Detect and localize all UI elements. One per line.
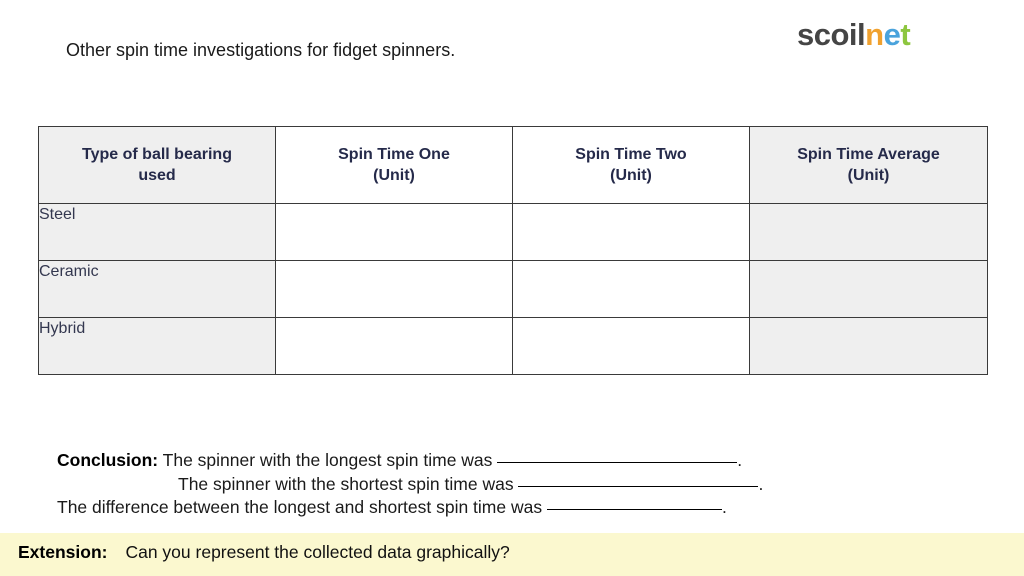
column-header-line1: Spin Time Two	[575, 146, 687, 163]
table-row: Hybrid	[38, 317, 988, 375]
cell-hybrid-spin-one[interactable]	[275, 317, 513, 375]
extension-label: Extension:	[18, 542, 108, 562]
conclusion-blank-3[interactable]	[546, 509, 722, 510]
row-label-ceramic: Ceramic	[38, 260, 276, 318]
page-title: Other spin time investigations for fidge…	[66, 40, 456, 60]
spin-time-table: Type of ball bearing used Spin Time One …	[38, 126, 988, 375]
conclusion-line-1: Conclusion: The spinner with the longest…	[57, 449, 957, 473]
column-header-line1: Spin Time Average	[797, 146, 940, 163]
column-header-bearing-type: Type of ball bearing used	[38, 126, 276, 204]
conclusion-line-2-text: The spinner with the shortest spin time …	[178, 473, 514, 494]
extension-content: Extension: Can you represent the collecte…	[18, 540, 510, 565]
conclusion-blank-1[interactable]	[497, 462, 738, 463]
column-header-line2: (Unit)	[847, 167, 890, 184]
column-header-line2: (Unit)	[373, 167, 415, 184]
cell-ceramic-spin-two[interactable]	[512, 260, 750, 318]
table-header-row: Type of ball bearing used Spin Time One …	[38, 126, 988, 204]
conclusion-line-1-text: The spinner with the longest spin time w…	[162, 450, 493, 470]
cell-hybrid-spin-average[interactable]	[749, 317, 988, 375]
conclusion-line-3: The difference between the longest and s…	[57, 496, 957, 520]
cell-steel-spin-one[interactable]	[275, 203, 513, 261]
conclusion-line-2: The spinner with the shortest spin time …	[57, 473, 957, 497]
column-header-line1: Spin Time One	[338, 146, 450, 163]
conclusion-label: Conclusion:	[57, 450, 159, 470]
column-header-line1: Type of ball bearing	[82, 146, 232, 163]
column-header-spin-time-one: Spin Time One (Unit)	[275, 126, 513, 204]
conclusion-line-1-end: .	[737, 450, 743, 470]
conclusion-line-3-text: The difference between the longest and s…	[57, 497, 543, 517]
column-header-spin-time-average: Spin Time Average (Unit)	[749, 126, 988, 204]
logo-part-n: n	[865, 17, 884, 52]
cell-ceramic-spin-average[interactable]	[749, 260, 988, 318]
cell-steel-spin-average[interactable]	[749, 203, 988, 261]
conclusion-blank-2[interactable]	[518, 485, 759, 487]
extension-text: Can you represent the collected data gra…	[125, 542, 510, 562]
cell-steel-spin-two[interactable]	[512, 203, 750, 261]
conclusion-line-3-end: .	[721, 497, 727, 517]
row-label-steel: Steel	[38, 203, 276, 261]
logo-part-t: t	[900, 17, 911, 52]
column-header-line2: used	[138, 167, 176, 184]
table-row: Steel	[38, 203, 988, 261]
conclusion-line-2-end: .	[758, 473, 764, 494]
extension-band: Extension: Can you represent the collecte…	[0, 533, 1024, 576]
column-header-line2: (Unit)	[610, 167, 652, 184]
row-label-hybrid: Hybrid	[38, 317, 276, 375]
cell-hybrid-spin-two[interactable]	[512, 317, 750, 375]
logo-part-scoil: scoil	[797, 17, 866, 52]
scoilnet-logo: scoilnet	[797, 17, 911, 52]
cell-ceramic-spin-one[interactable]	[275, 260, 513, 318]
conclusion-section: Conclusion: The spinner with the longest…	[57, 449, 957, 520]
logo-part-e: e	[883, 17, 901, 52]
column-header-spin-time-two: Spin Time Two (Unit)	[512, 126, 750, 204]
table-row: Ceramic	[38, 260, 988, 318]
